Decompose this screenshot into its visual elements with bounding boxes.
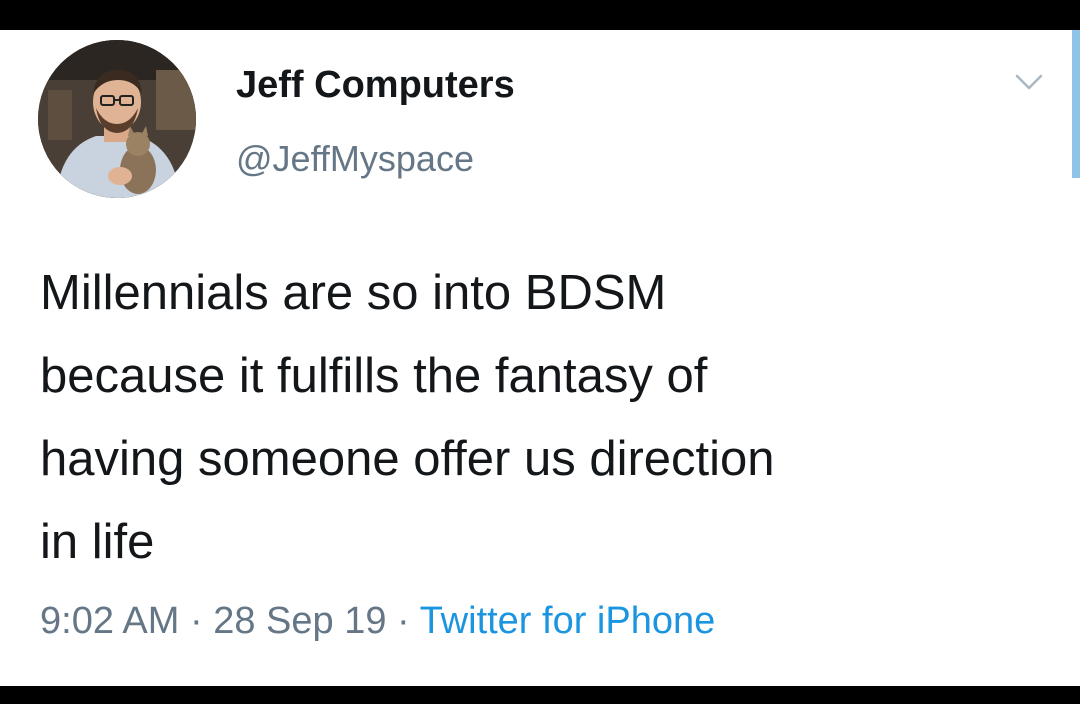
tweet-metadata: 9:02 AM · 28 Sep 19 · Twitter for iPhone bbox=[40, 600, 715, 643]
tweet-source-link[interactable]: Twitter for iPhone bbox=[420, 600, 716, 642]
scroll-indicator[interactable] bbox=[1072, 30, 1080, 178]
meta-separator: · bbox=[386, 600, 420, 642]
tweet-date[interactable]: 28 Sep 19 bbox=[213, 600, 386, 642]
screenshot-frame: Jeff Computers @JeffMyspace Millennials … bbox=[0, 0, 1080, 704]
author-handle[interactable]: @JeffMyspace bbox=[236, 138, 474, 180]
tweet-text-line: having someone offer us direction bbox=[40, 432, 775, 486]
avatar[interactable] bbox=[38, 40, 196, 198]
author-display-name[interactable]: Jeff Computers bbox=[236, 64, 515, 107]
tweet-time[interactable]: 9:02 AM bbox=[40, 600, 179, 642]
tweet-text-line: because it fulfills the fantasy of bbox=[40, 349, 708, 403]
tweet-text: Millennials are so into BDSM because it … bbox=[40, 252, 1050, 584]
avatar-photo bbox=[38, 40, 196, 198]
chevron-down-icon[interactable] bbox=[1014, 72, 1044, 92]
meta-separator: · bbox=[179, 600, 214, 642]
tweet-text-line: Millennials are so into BDSM bbox=[40, 266, 667, 320]
tweet-card: Jeff Computers @JeffMyspace Millennials … bbox=[0, 30, 1080, 686]
tweet-text-line: in life bbox=[40, 515, 155, 569]
